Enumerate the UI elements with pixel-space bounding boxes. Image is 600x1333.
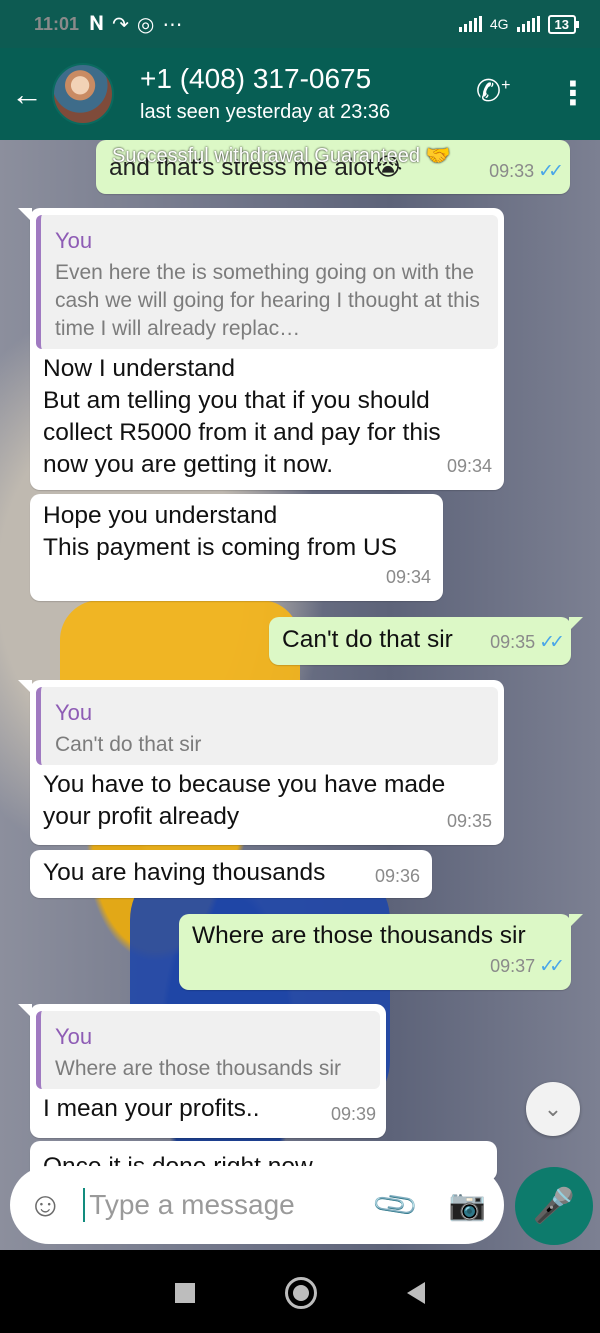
message-text: Now I understand But am telling you that…	[30, 353, 504, 481]
more-vert-icon[interactable]: ⋮	[557, 74, 589, 112]
message-line: Now I understand	[43, 355, 236, 382]
signal-icon-2	[516, 16, 540, 32]
quote-author: You	[55, 1024, 93, 1049]
battery-icon: 13	[547, 14, 580, 34]
attach-icon[interactable]: 📎	[370, 1180, 421, 1231]
chat-area[interactable]: and that's stress me alot😭 09:33 ✓✓ You E…	[0, 140, 600, 1250]
n-notification-icon: 𝐍	[89, 12, 105, 35]
more-notifications-icon: ⋯	[162, 13, 183, 36]
chat-header: ← +1 (408) 317-0675 last seen yesterday …	[0, 48, 600, 140]
add-call-icon[interactable]: ✆+	[476, 74, 510, 109]
message-time: 09:35	[446, 811, 492, 831]
quote-author: You	[55, 700, 93, 725]
emoji-icon[interactable]: ☺	[28, 1186, 65, 1225]
missed-call-icon: ↷	[112, 13, 129, 36]
last-seen: last seen yesterday at 23:36	[140, 101, 391, 123]
message-line: Hope you understand	[43, 502, 278, 529]
quoted-message[interactable]: You Where are those thousands sir	[36, 1011, 380, 1089]
message-text: Where are those thousands sir	[192, 922, 526, 949]
quote-text: Can't do that sir	[55, 733, 202, 756]
android-nav-bar	[0, 1252, 600, 1333]
message-bubble[interactable]: You Where are those thousands sir I mean…	[18, 1004, 386, 1138]
message-bubble[interactable]: You Can't do that sir You have to becaus…	[18, 680, 504, 845]
message-time: 09:34	[385, 567, 431, 587]
message-bubble[interactable]: Where are those thousands sir 09:37 ✓✓	[179, 914, 583, 990]
message-time: 09:36	[374, 866, 420, 886]
quote-text: Even here the is something going on with…	[55, 261, 480, 340]
message-line: your profit already	[43, 803, 240, 830]
status-bar: 11:01 𝐍 ↷ ◎ ⋯ 4G 13	[0, 0, 600, 48]
message-time: 09:34	[446, 456, 492, 476]
message-line: collect R5000 from it and pay for this	[43, 419, 441, 446]
message-time: 09:39	[330, 1104, 376, 1124]
signal-icon	[458, 16, 482, 32]
message-text: Hope you understand This payment is comi…	[30, 494, 443, 564]
back-arrow-icon[interactable]: ←	[2, 76, 52, 113]
quoted-message[interactable]: You Even here the is something going on …	[36, 215, 498, 349]
message-bubble[interactable]: You are having thousands 09:36	[30, 850, 432, 898]
network-type: 4G	[489, 16, 509, 32]
message-input[interactable]	[87, 1188, 362, 1222]
read-ticks-icon: ✓✓	[539, 956, 565, 977]
message-time: 09:35	[490, 632, 536, 652]
microphone-icon: 🎤	[532, 1187, 576, 1225]
camera-icon[interactable]: 📷	[449, 1188, 486, 1223]
message-bubble[interactable]: Can't do that sir 09:35 ✓✓	[269, 617, 583, 665]
chrome-icon: ◎	[136, 13, 155, 36]
read-ticks-icon: ✓✓	[539, 632, 565, 653]
message-bubble[interactable]: You Even here the is something going on …	[18, 208, 504, 490]
message-time: 09:37	[490, 956, 536, 976]
quote-author: You	[55, 228, 93, 253]
avatar[interactable]	[52, 63, 114, 125]
message-line: But am telling you that if you should	[43, 387, 430, 414]
message-text: You are having thousands	[43, 859, 326, 886]
recents-icon[interactable]	[175, 1282, 195, 1303]
read-ticks-icon: ✓✓	[538, 161, 564, 182]
back-icon[interactable]	[407, 1281, 425, 1304]
home-icon[interactable]	[285, 1276, 317, 1309]
message-bubble[interactable]: Hope you understand This payment is comi…	[30, 494, 443, 601]
voice-record-button[interactable]: 🎤	[515, 1167, 593, 1245]
message-line: You have to because you have made	[43, 771, 446, 798]
text-caret	[83, 1188, 86, 1222]
withdrawal-banner: Successful withdrawal Guaranteed 🤝	[112, 145, 451, 167]
status-time: 11:01	[34, 13, 80, 34]
message-time: 09:33	[489, 161, 535, 181]
scroll-down-button[interactable]: ⌄	[526, 1082, 580, 1136]
quote-text: Where are those thousands sir	[55, 1057, 341, 1080]
message-text: You have to because you have made your p…	[30, 769, 504, 833]
message-composer: ☺ 📎 📷	[10, 1166, 504, 1244]
notification-icons: 𝐍 ↷ ◎ ⋯	[89, 12, 182, 37]
message-line: This payment is coming from US	[43, 534, 397, 561]
contact-name: +1 (408) 317-0675	[140, 63, 372, 94]
contact-info[interactable]: +1 (408) 317-0675 last seen yesterday at…	[140, 63, 390, 125]
message-line: now you are getting it now.	[43, 451, 334, 478]
quoted-message[interactable]: You Can't do that sir	[36, 687, 498, 765]
double-chevron-down-icon: ⌄	[543, 1096, 563, 1121]
